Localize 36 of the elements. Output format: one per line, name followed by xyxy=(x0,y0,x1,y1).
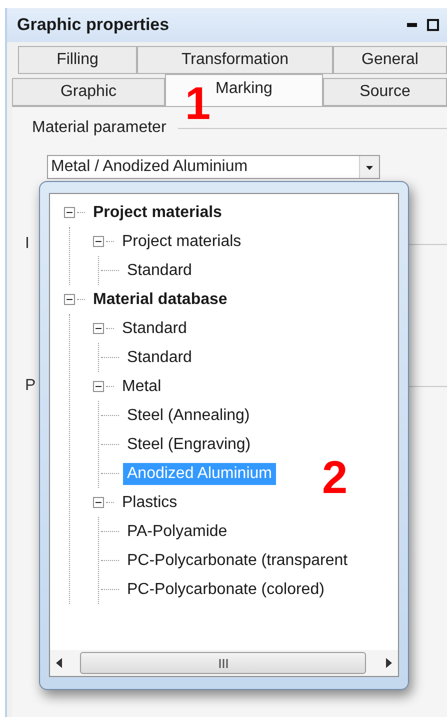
tree-item[interactable]: Standard xyxy=(123,346,196,368)
tree-item[interactable]: Steel (Annealing) xyxy=(123,404,254,426)
collapse-icon[interactable] xyxy=(93,323,104,334)
scroll-right-icon[interactable] xyxy=(386,658,392,668)
tree-item[interactable]: Steel (Engraving) xyxy=(123,434,255,456)
tab[interactable]: Filling xyxy=(18,46,137,74)
annotation-number: 2 xyxy=(322,454,348,500)
section-title: Material parameter xyxy=(32,119,166,137)
collapse-icon[interactable] xyxy=(64,294,75,305)
collapse-icon[interactable] xyxy=(93,381,104,392)
tree-item[interactable]: Standard xyxy=(123,260,196,282)
maximize-icon[interactable] xyxy=(427,19,439,31)
field-label: I xyxy=(25,235,30,253)
tab[interactable]: Source xyxy=(323,78,447,106)
scroll-left-icon[interactable] xyxy=(56,658,62,668)
tree-item[interactable]: Project materials xyxy=(89,202,226,224)
tree-item[interactable]: Plastics xyxy=(118,492,182,514)
tab[interactable]: General xyxy=(333,46,447,74)
tree-item[interactable]: Project materials xyxy=(118,230,246,252)
window-title: Graphic properties xyxy=(17,15,170,35)
tree-item[interactable]: Material database xyxy=(89,288,232,310)
tree-item[interactable]: Metal xyxy=(118,376,166,398)
tab[interactable]: Transformation xyxy=(137,46,333,74)
collapse-icon[interactable] xyxy=(64,207,75,218)
horizontal-scrollbar[interactable] xyxy=(50,650,398,676)
tree-item[interactable]: PC-Polycarbonate (transparent xyxy=(123,550,352,572)
collapse-icon[interactable] xyxy=(93,497,104,508)
scrollbar-thumb[interactable] xyxy=(80,652,366,674)
tree-item[interactable]: PA-Polyamide xyxy=(123,520,232,542)
material-dropdown[interactable]: Metal / Anodized Aluminium xyxy=(47,155,380,179)
tab[interactable]: Graphic xyxy=(12,78,165,106)
collapse-icon[interactable] xyxy=(93,236,104,247)
field-label: P xyxy=(25,377,36,395)
grip-icon xyxy=(218,658,228,668)
tree-item[interactable]: Standard xyxy=(118,318,191,340)
tree-item[interactable]: PC-Polycarbonate (colored) xyxy=(123,578,328,600)
